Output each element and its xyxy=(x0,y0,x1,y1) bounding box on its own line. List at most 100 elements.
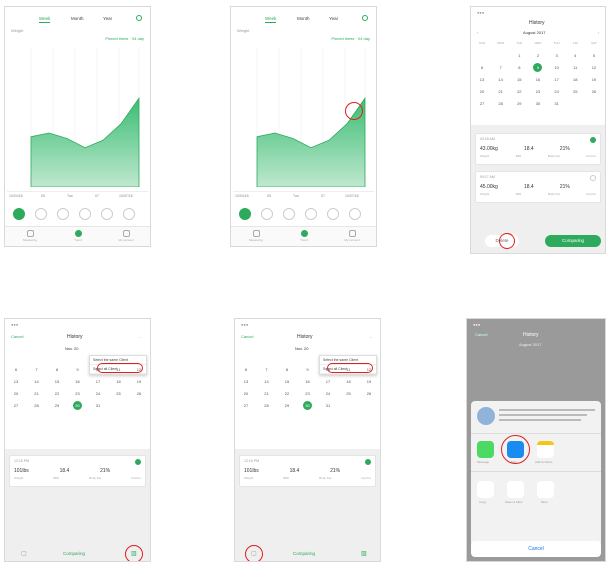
day[interactable]: 23 xyxy=(71,391,85,396)
day[interactable]: 15 xyxy=(280,379,294,384)
day[interactable]: 16 xyxy=(301,379,315,384)
day[interactable]: 5 xyxy=(587,53,601,58)
day[interactable]: 28 xyxy=(260,403,274,408)
day[interactable]: 9 xyxy=(71,367,85,372)
day[interactable]: 25 xyxy=(342,391,356,396)
weight-metric-icon[interactable] xyxy=(13,208,25,220)
day[interactable]: 26 xyxy=(587,89,601,94)
day[interactable]: 25 xyxy=(568,89,582,94)
next-month-icon[interactable]: › xyxy=(598,31,599,35)
day[interactable]: 14 xyxy=(30,379,44,384)
day[interactable]: 12 xyxy=(132,367,146,372)
share-cancel-button[interactable]: Cancel xyxy=(471,541,601,557)
day[interactable]: 17 xyxy=(321,379,335,384)
more-icon[interactable]: ... xyxy=(139,335,142,339)
day[interactable]: 15 xyxy=(50,379,64,384)
day[interactable]: 14 xyxy=(260,379,274,384)
day[interactable]: 12 xyxy=(587,65,601,70)
day[interactable]: 31 xyxy=(321,403,335,408)
messages-icon[interactable] xyxy=(477,441,494,458)
day[interactable]: 14 xyxy=(494,77,508,82)
day[interactable]: 3 xyxy=(550,53,564,58)
muscle-metric-icon[interactable] xyxy=(305,208,317,220)
day[interactable]: 12 xyxy=(362,367,376,372)
comparing-button[interactable]: Comparing xyxy=(545,235,601,247)
fat-metric-icon[interactable] xyxy=(57,208,69,220)
day-selected[interactable]: 30 xyxy=(303,400,312,410)
tab-week[interactable]: Week xyxy=(39,16,51,23)
water-metric-icon[interactable] xyxy=(101,208,113,220)
day[interactable]: 24 xyxy=(550,89,564,94)
day[interactable]: 16 xyxy=(71,379,85,384)
day[interactable]: 7 xyxy=(260,367,274,372)
cancel-button[interactable]: Cancel xyxy=(475,333,487,337)
day[interactable]: 19 xyxy=(587,77,601,82)
day[interactable]: 27 xyxy=(475,101,489,106)
day[interactable]: 21 xyxy=(260,391,274,396)
nav-trend[interactable]: Trend xyxy=(289,230,319,242)
day[interactable]: 23 xyxy=(531,89,545,94)
trash-icon[interactable]: ▥ xyxy=(361,551,367,557)
fat-metric-icon[interactable] xyxy=(283,208,295,220)
comparing-button[interactable]: Comparing xyxy=(293,551,315,557)
check-icon[interactable] xyxy=(365,459,371,465)
check-icon[interactable] xyxy=(135,459,141,465)
bmi-metric-icon[interactable] xyxy=(35,208,47,220)
day[interactable]: 6 xyxy=(475,65,489,70)
day[interactable]: 29 xyxy=(280,403,294,408)
day[interactable]: 17 xyxy=(550,77,564,82)
bone-metric-icon[interactable] xyxy=(349,208,361,220)
day[interactable]: 30 xyxy=(531,101,545,106)
nav-trend[interactable]: Trend xyxy=(63,230,93,242)
copy-icon[interactable] xyxy=(477,481,494,498)
folder-icon[interactable] xyxy=(507,481,524,498)
nav-account[interactable]: My account xyxy=(337,230,367,242)
day[interactable]: 17 xyxy=(91,379,105,384)
day[interactable]: 19 xyxy=(362,379,376,384)
prev-month-icon[interactable]: ‹ xyxy=(477,31,478,35)
day[interactable]: 20 xyxy=(239,391,253,396)
day[interactable]: 8 xyxy=(50,367,64,372)
more-icon[interactable]: ... xyxy=(369,335,372,339)
day[interactable]: 11 xyxy=(112,367,126,372)
day[interactable]: 21 xyxy=(30,391,44,396)
day[interactable]: 25 xyxy=(112,391,126,396)
day[interactable]: 1 xyxy=(512,53,526,58)
day[interactable]: 20 xyxy=(475,89,489,94)
day[interactable]: 10 xyxy=(550,65,564,70)
muscle-metric-icon[interactable] xyxy=(79,208,91,220)
day[interactable]: 29 xyxy=(50,403,64,408)
record-card[interactable]: 12:15 PM 101lbs 18.4 21% Weight BMI Body Fat… xyxy=(9,455,146,487)
water-metric-icon[interactable] xyxy=(327,208,339,220)
edit-icon[interactable]: ▢ xyxy=(21,551,27,557)
day[interactable]: 26 xyxy=(132,391,146,396)
day[interactable]: 31 xyxy=(91,403,105,408)
day[interactable]: 24 xyxy=(321,391,335,396)
tab-week[interactable]: Week xyxy=(265,16,277,23)
day[interactable]: 11 xyxy=(568,65,582,70)
day[interactable]: 7 xyxy=(494,65,508,70)
refresh-icon[interactable] xyxy=(362,15,368,21)
day[interactable]: 9 xyxy=(301,367,315,372)
cancel-button[interactable]: Cancel xyxy=(11,335,23,339)
record-card[interactable]: 12:15 PM 101lbs 18.4 21% Weight BMI Body Fat… xyxy=(239,455,376,487)
day[interactable]: 28 xyxy=(30,403,44,408)
day[interactable]: 21 xyxy=(494,89,508,94)
day[interactable]: 29 xyxy=(512,101,526,106)
day[interactable]: 11 xyxy=(342,367,356,372)
notes-icon[interactable] xyxy=(537,441,554,458)
nav-measuring[interactable]: Measuring xyxy=(15,230,45,242)
tab-month[interactable]: Month xyxy=(71,16,84,21)
record-card[interactable]: 02:15 AM 43.00kg 18.4 21% Weight BMI Body Fa… xyxy=(475,133,601,165)
day[interactable]: 27 xyxy=(9,403,23,408)
check-icon[interactable] xyxy=(590,175,596,181)
tab-month[interactable]: Month xyxy=(297,16,310,21)
day[interactable]: 10 xyxy=(91,367,105,372)
day[interactable]: 13 xyxy=(239,379,253,384)
day[interactable]: 24 xyxy=(91,391,105,396)
day[interactable]: 31 xyxy=(550,101,564,106)
day[interactable]: 10 xyxy=(321,367,335,372)
day[interactable]: 16 xyxy=(531,77,545,82)
day[interactable]: 8 xyxy=(512,65,526,70)
nav-account[interactable]: My account xyxy=(111,230,141,242)
